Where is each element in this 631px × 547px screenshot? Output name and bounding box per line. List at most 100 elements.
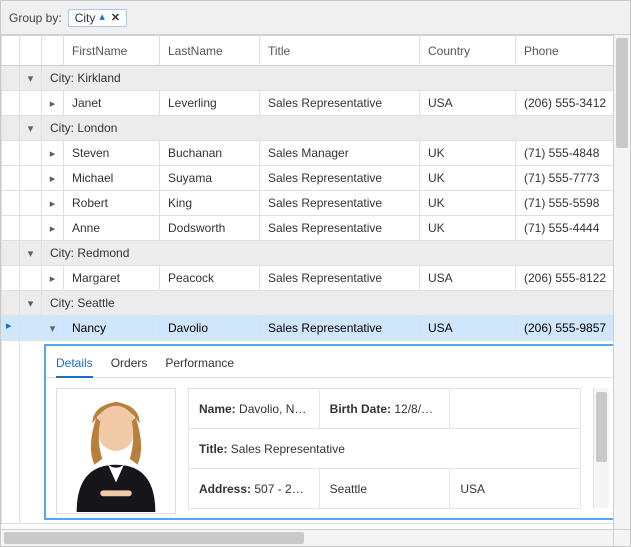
group-label: City: Seattle: [42, 291, 614, 316]
cell-firstname: Anne: [64, 216, 160, 241]
group-label: City: London: [42, 116, 614, 141]
detail-panel: Details Orders Performance: [44, 344, 613, 520]
cell-phone: (71) 555-7773: [516, 166, 614, 191]
detail-country: USA: [450, 469, 581, 509]
chevron-right-icon[interactable]: [48, 96, 58, 106]
chevron-right-icon[interactable]: [48, 171, 58, 181]
table-row[interactable]: Janet Leverling Sales Representative USA…: [2, 91, 614, 116]
table-body: City: Kirkland Janet Leverling Sales Rep…: [2, 66, 614, 524]
cell-title: Sales Representative: [260, 91, 420, 116]
chevron-down-icon[interactable]: [48, 321, 58, 331]
cell-lastname: Dodsworth: [160, 216, 260, 241]
cell-firstname: Robert: [64, 191, 160, 216]
detail-address-label: Address:: [199, 482, 251, 496]
detail-title-label: Title:: [199, 442, 227, 456]
group-label: City: Kirkland: [42, 66, 614, 91]
chevron-down-icon[interactable]: [26, 121, 36, 131]
cell-country: UK: [420, 216, 516, 241]
vertical-scrollbar[interactable]: [613, 35, 630, 529]
chevron-right-icon[interactable]: [48, 271, 58, 281]
cell-title: Sales Representative: [260, 316, 420, 341]
header-title[interactable]: Title: [260, 36, 420, 66]
cell-phone: (71) 555-5598: [516, 191, 614, 216]
cell-firstname: Nancy: [64, 316, 160, 341]
group-row[interactable]: City: Redmond: [2, 241, 614, 266]
detail-address-value: 507 - 20th Ave. E.: [254, 482, 319, 496]
cell-lastname: King: [160, 191, 260, 216]
row-indicator-icon: [2, 316, 20, 341]
group-row[interactable]: City: Kirkland: [2, 66, 614, 91]
detail-tabs: Details Orders Performance: [46, 346, 613, 378]
table-row[interactable]: MargaretPeacockSales RepresentativeUSA(2…: [2, 266, 614, 291]
table-row[interactable]: AnneDodsworthSales RepresentativeUK(71) …: [2, 216, 614, 241]
avatar-icon: [57, 388, 175, 513]
group-row[interactable]: City: London: [2, 116, 614, 141]
detail-table: Name: Davolio, Nancy Birth Date: 12/8/19…: [188, 388, 581, 509]
header-selector: [2, 36, 20, 66]
detail-scrollbar[interactable]: [593, 388, 609, 508]
scroll-corner: [613, 530, 630, 546]
detail-row: Details Orders Performance: [2, 341, 614, 524]
group-row[interactable]: City: Seattle: [2, 291, 614, 316]
cell-lastname: Buchanan: [160, 141, 260, 166]
chevron-right-icon[interactable]: [48, 221, 58, 231]
cell-title: Sales Manager: [260, 141, 420, 166]
chevron-down-icon[interactable]: [26, 296, 36, 306]
header-row: FirstName LastName Title Country Phone: [2, 36, 614, 66]
cell-lastname: Davolio: [160, 316, 260, 341]
data-grid-app: Group by: City ✕ FirstName La: [0, 0, 631, 547]
horizontal-scrollbar[interactable]: [1, 529, 630, 546]
group-by-label: Group by:: [9, 11, 62, 25]
header-lastname[interactable]: LastName: [160, 36, 260, 66]
cell-lastname: Suyama: [160, 166, 260, 191]
header-firstname[interactable]: FirstName: [64, 36, 160, 66]
table-row[interactable]: RobertKingSales RepresentativeUK(71) 555…: [2, 191, 614, 216]
table-row[interactable]: MichaelSuyamaSales RepresentativeUK(71) …: [2, 166, 614, 191]
header-phone[interactable]: Phone: [516, 36, 614, 66]
cell-firstname: Michael: [64, 166, 160, 191]
header-expander2: [42, 36, 64, 66]
detail-name-label: Name:: [199, 402, 236, 416]
cell-firstname: Margaret: [64, 266, 160, 291]
grid-wrap: FirstName LastName Title Country Phone C…: [1, 35, 613, 529]
cell-title: Sales Representative: [260, 191, 420, 216]
scrollbar-thumb[interactable]: [596, 392, 607, 462]
cell-phone: (71) 555-4848: [516, 141, 614, 166]
cell-title: Sales Representative: [260, 166, 420, 191]
chevron-right-icon[interactable]: [48, 146, 58, 156]
scrollbar-thumb[interactable]: [616, 38, 628, 148]
chevron-down-icon[interactable]: [26, 71, 36, 81]
cell-phone: (71) 555-4444: [516, 216, 614, 241]
chevron-down-icon[interactable]: [26, 246, 36, 256]
group-chip-city[interactable]: City ✕: [68, 9, 127, 27]
cell-country: USA: [420, 91, 516, 116]
remove-group-icon[interactable]: ✕: [109, 11, 122, 24]
cell-country: UK: [420, 191, 516, 216]
cell-lastname: Leverling: [160, 91, 260, 116]
detail-city: Seattle: [319, 469, 450, 509]
cell-title: Sales Representative: [260, 216, 420, 241]
cell-phone: (206) 555-9857: [516, 316, 614, 341]
cell-phone: (206) 555-8122: [516, 266, 614, 291]
header-expander1: [20, 36, 42, 66]
group-label: City: Redmond: [42, 241, 614, 266]
tab-orders[interactable]: Orders: [111, 352, 148, 377]
table-row-selected[interactable]: Nancy Davolio Sales Representative USA (…: [2, 316, 614, 341]
tab-details[interactable]: Details: [56, 352, 93, 378]
cell-phone: (206) 555-3412: [516, 91, 614, 116]
detail-birth-label: Birth Date:: [330, 402, 391, 416]
chevron-right-icon[interactable]: [48, 196, 58, 206]
cell-lastname: Peacock: [160, 266, 260, 291]
grid-content: FirstName LastName Title Country Phone C…: [1, 35, 630, 529]
group-by-bar: Group by: City ✕: [1, 1, 630, 35]
cell-firstname: Janet: [64, 91, 160, 116]
cell-country: UK: [420, 166, 516, 191]
data-table: FirstName LastName Title Country Phone C…: [1, 35, 613, 524]
detail-birth-value: 12/8/1948: [394, 402, 447, 416]
cell-country: USA: [420, 316, 516, 341]
scrollbar-thumb[interactable]: [4, 532, 304, 544]
detail-title-value: Sales Representative: [231, 442, 345, 456]
tab-performance[interactable]: Performance: [165, 352, 234, 377]
table-row[interactable]: StevenBuchananSales ManagerUK(71) 555-48…: [2, 141, 614, 166]
header-country[interactable]: Country: [420, 36, 516, 66]
